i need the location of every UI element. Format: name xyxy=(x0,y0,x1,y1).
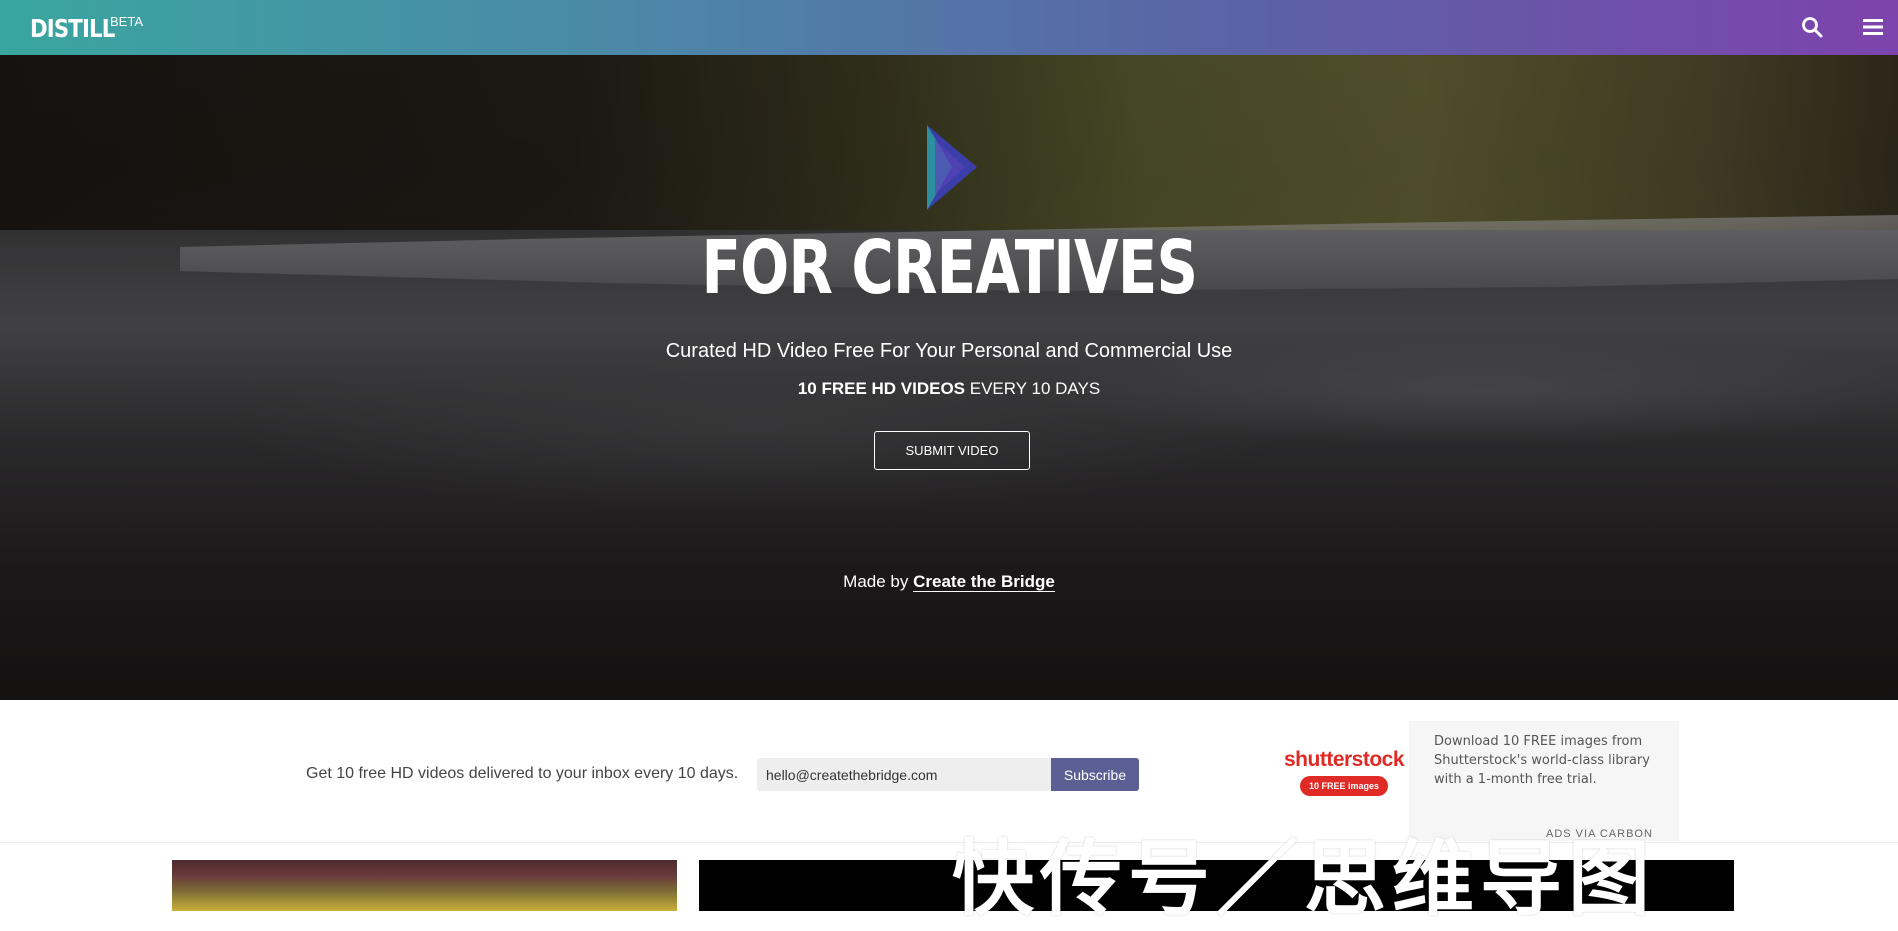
made-by-prefix: Made by xyxy=(843,572,914,591)
shutterstock-logo[interactable]: shutterstock xyxy=(1284,748,1405,772)
beta-badge: BETA xyxy=(110,14,143,29)
subscribe-button[interactable]: Subscribe xyxy=(1051,758,1139,791)
play-triangle-logo-icon xyxy=(925,120,980,215)
hero-subtitle: Curated HD Video Free For Your Personal … xyxy=(665,340,1233,362)
search-icon[interactable] xyxy=(1800,15,1824,39)
hero-tagline-bold: 10 FREE HD VIDEOS xyxy=(797,379,966,398)
hero-tagline-rest: EVERY 10 DAYS xyxy=(965,379,1101,398)
top-navbar: DISTILL BETA xyxy=(0,0,1898,55)
hero-tagline: 10 FREE HD VIDEOS EVERY 10 DAYS xyxy=(0,379,1898,399)
create-the-bridge-link[interactable]: Create the Bridge xyxy=(913,572,1055,592)
video-thumbnail-tulips[interactable] xyxy=(172,860,677,911)
watermark-overlay: 快传号／思维导图 xyxy=(952,832,1657,927)
free-images-badge[interactable]: 10 FREE images xyxy=(1300,776,1388,796)
hero-title: FOR CREATIVES xyxy=(701,225,1199,311)
submit-video-button[interactable]: SUBMIT VIDEO xyxy=(874,431,1030,470)
site-logo[interactable]: DISTILL xyxy=(30,14,115,43)
hamburger-menu-icon[interactable] xyxy=(1862,16,1884,38)
newsletter-text: Get 10 free HD videos delivered to your … xyxy=(306,765,739,782)
ad-text[interactable]: Download 10 FREE images from Shutterstoc… xyxy=(1434,732,1659,789)
email-field[interactable] xyxy=(757,758,1051,791)
made-by-credit: Made by Create the Bridge xyxy=(0,572,1898,592)
